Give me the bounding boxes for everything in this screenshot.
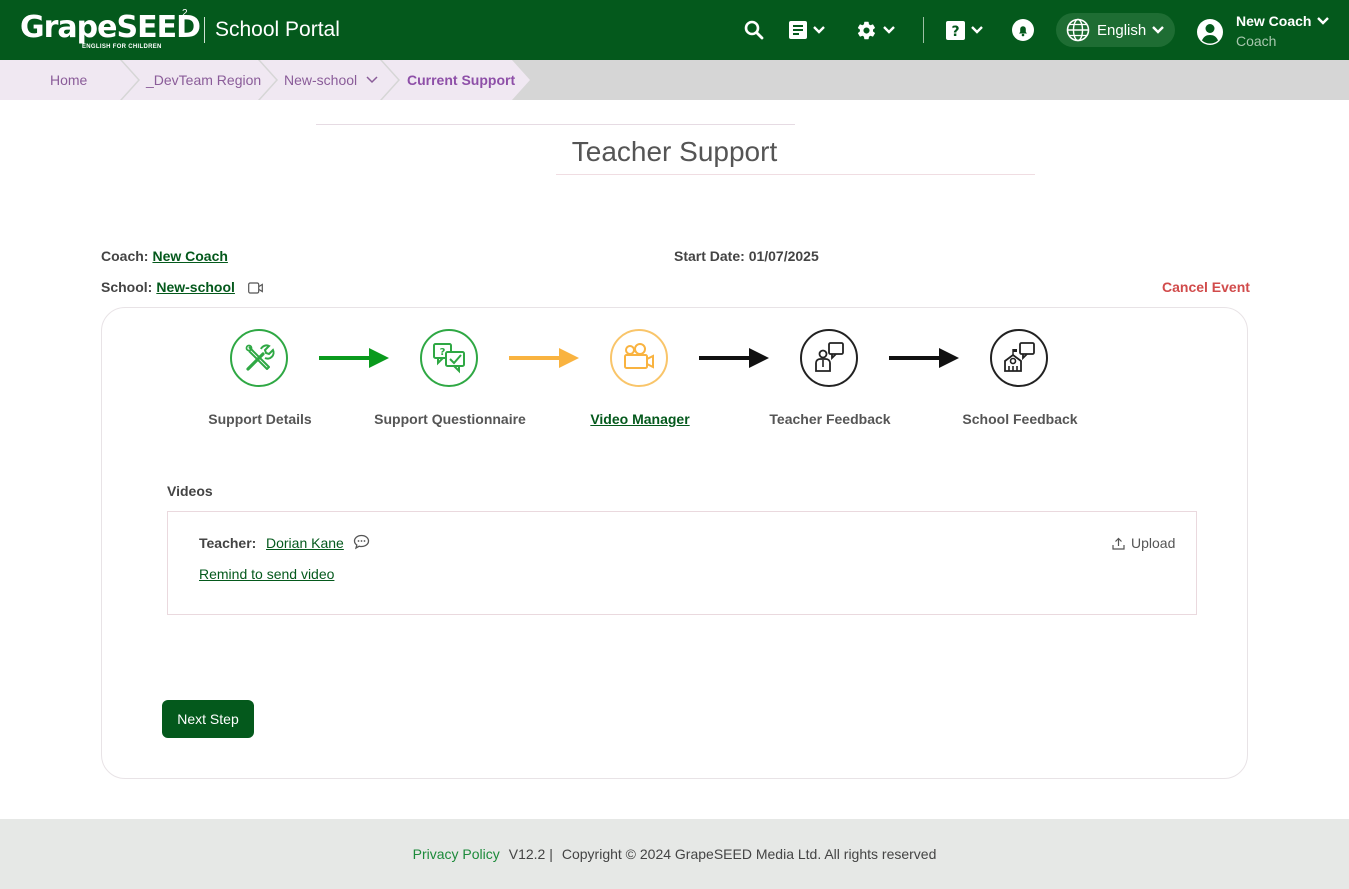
globe-icon	[1066, 18, 1090, 42]
search-icon	[744, 20, 764, 40]
start-date-info: Start Date: 01/07/2025	[674, 248, 819, 264]
school-link[interactable]: New-school	[156, 279, 235, 295]
user-role: Coach	[1236, 33, 1277, 49]
step-arrow-current	[509, 348, 579, 368]
svg-text:?: ?	[951, 24, 959, 40]
title-divider-top	[316, 124, 795, 125]
step-label-video-manager[interactable]: Video Manager	[560, 409, 720, 430]
chevron-down-icon	[971, 26, 983, 34]
gear-icon	[857, 21, 875, 39]
step-arrow-done	[319, 348, 389, 368]
step-teacher-feedback[interactable]	[800, 329, 858, 387]
user-name: New Coach	[1236, 13, 1312, 29]
coach-link[interactable]: New Coach	[152, 248, 227, 264]
video-item-box	[167, 511, 1197, 615]
language-label: English	[1097, 21, 1147, 39]
school-info: School: New-school	[101, 279, 263, 295]
bell-icon	[1012, 19, 1034, 41]
chevron-down-icon	[366, 76, 378, 84]
breadcrumb-region[interactable]: _DevTeam Region	[122, 60, 276, 100]
notifications-button[interactable]	[1012, 18, 1034, 42]
title-divider-bottom	[556, 174, 1035, 175]
help-menu-button[interactable]: ?	[946, 18, 983, 42]
next-step-button[interactable]: Next Step	[162, 700, 254, 738]
logo-tagline: ENGLISH FOR CHILDREN	[82, 44, 162, 50]
step-video-manager[interactable]	[610, 329, 668, 387]
privacy-policy-link[interactable]: Privacy Policy	[413, 846, 500, 862]
upload-icon	[1112, 537, 1125, 550]
document-icon	[789, 21, 807, 39]
chat-bubble-icon[interactable]	[353, 534, 370, 550]
step-label-teacher-feedback[interactable]: Teacher Feedback	[750, 409, 910, 430]
teacher-feedback-icon	[815, 342, 844, 372]
search-button[interactable]	[744, 18, 764, 42]
breadcrumb-school[interactable]: New-school	[260, 60, 398, 100]
breadcrumb-label: Home	[50, 72, 88, 88]
teacher-label: Teacher:	[199, 535, 257, 551]
teacher-name-link[interactable]: Dorian Kane	[266, 535, 344, 551]
logo-mark: 2	[182, 8, 188, 19]
upload-button[interactable]: Upload	[1112, 535, 1175, 551]
video-camera-icon	[624, 343, 654, 369]
portal-title: School Portal	[215, 18, 340, 41]
version-label: V12.2 |	[508, 846, 553, 862]
chevron-down-icon	[883, 26, 895, 34]
header-divider	[204, 17, 205, 43]
chevron-down-icon	[1152, 26, 1165, 34]
help-icon: ?	[946, 20, 965, 40]
language-selector[interactable]: English	[1056, 13, 1175, 47]
breadcrumb: Home _DevTeam Region New-school Current …	[0, 60, 1349, 100]
upload-label: Upload	[1131, 535, 1176, 551]
school-label: School:	[101, 279, 153, 295]
step-label-school-feedback[interactable]: School Feedback	[940, 409, 1100, 430]
start-date-label: Start Date:	[674, 248, 745, 264]
step-support-details[interactable]	[230, 329, 288, 387]
copyright-text: Copyright © 2024 GrapeSEED Media Ltd. Al…	[561, 846, 937, 862]
svg-text:?: ?	[440, 347, 446, 358]
breadcrumb-home[interactable]: Home	[0, 60, 138, 100]
settings-menu-button[interactable]	[856, 18, 895, 42]
step-school-feedback[interactable]	[990, 329, 1048, 387]
reports-menu-button[interactable]	[789, 18, 825, 42]
top-navigation-bar: GrapeSEED 2 ENGLISH FOR CHILDREN School …	[0, 0, 1349, 60]
coach-label: Coach:	[101, 248, 149, 264]
video-camera-icon[interactable]	[247, 282, 263, 294]
step-label-support-questionnaire[interactable]: Support Questionnaire	[370, 409, 530, 430]
breadcrumb-current-support: Current Support	[382, 60, 530, 100]
tools-icon	[245, 344, 275, 371]
step-arrow-pending	[889, 348, 959, 368]
header-separator	[923, 17, 924, 43]
logo-wordmark: GrapeSEED	[20, 10, 201, 45]
coach-info: Coach: New Coach	[101, 248, 228, 264]
step-arrow-pending	[699, 348, 769, 368]
user-menu[interactable]: New Coach Coach	[1196, 12, 1330, 52]
questionnaire-chat-icon: ?	[433, 343, 465, 374]
school-feedback-icon	[1004, 342, 1035, 372]
grapeseed-logo[interactable]: GrapeSEED 2 ENGLISH FOR CHILDREN	[20, 8, 201, 54]
page-title: Teacher Support	[571, 136, 778, 167]
videos-section-title: Videos	[167, 483, 213, 499]
breadcrumb-label: Current Support	[407, 72, 516, 88]
step-support-questionnaire[interactable]: ?	[420, 329, 478, 387]
start-date-value: 01/07/2025	[748, 248, 819, 264]
step-label-support-details[interactable]: Support Details	[180, 409, 340, 430]
chevron-down-icon	[1317, 17, 1330, 25]
chevron-down-icon	[813, 26, 825, 34]
footer: Privacy Policy V12.2 | Copyright © 2024 …	[0, 819, 1349, 889]
breadcrumb-label: New-school	[284, 72, 358, 88]
cancel-event-link[interactable]: Cancel Event	[1162, 279, 1250, 295]
remind-to-send-video-link[interactable]: Remind to send video	[199, 566, 334, 582]
breadcrumb-label: _DevTeam Region	[146, 72, 262, 88]
user-avatar-icon	[1197, 19, 1223, 45]
